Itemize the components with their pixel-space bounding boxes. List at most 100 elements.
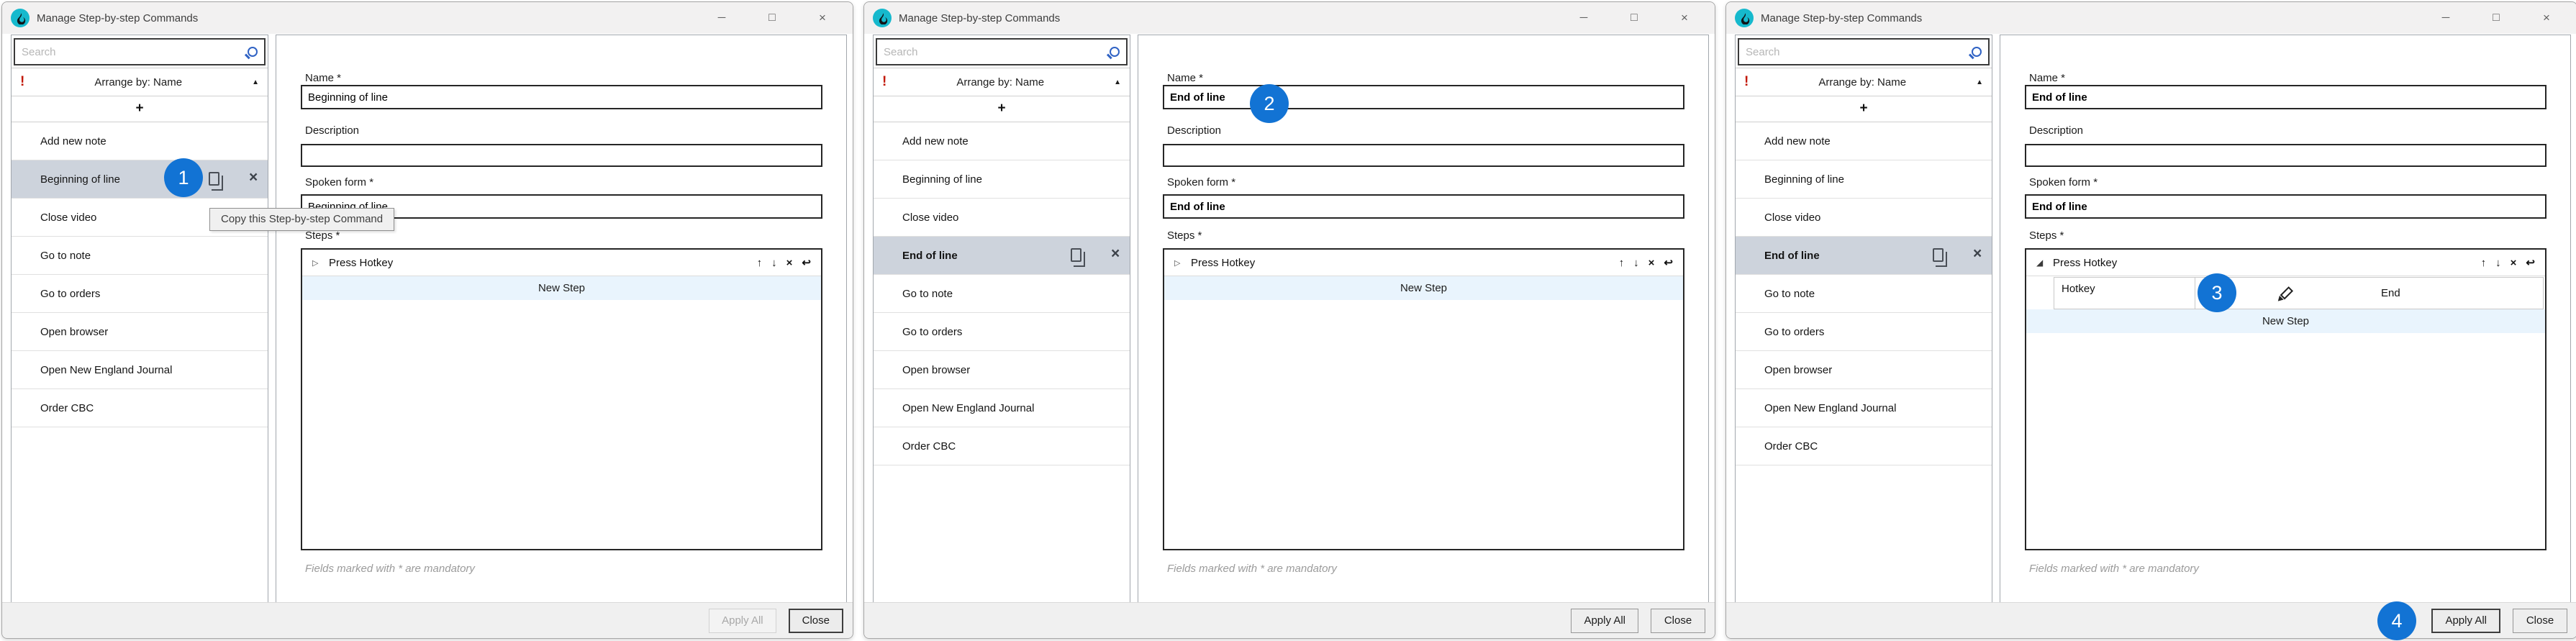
move-step-up-icon[interactable]: ↑ <box>757 257 763 269</box>
add-command-button[interactable]: + <box>12 96 268 122</box>
maximize-button[interactable]: □ <box>2480 2 2512 34</box>
arrange-by-header[interactable]: ! Arrange by: Name ▲ <box>12 68 268 96</box>
arrange-by-header[interactable]: ! Arrange by: Name ▲ <box>874 68 1130 96</box>
minimize-button[interactable]: ─ <box>706 2 738 34</box>
close-window-button[interactable]: × <box>1669 2 1700 34</box>
name-input[interactable] <box>1163 85 1684 109</box>
copy-command-icon[interactable] <box>1071 248 1081 262</box>
minimize-button[interactable]: ─ <box>2430 2 2462 34</box>
list-item[interactable]: Open New England Journal <box>12 351 268 389</box>
list-item[interactable]: Go to note <box>874 275 1130 313</box>
search-input[interactable] <box>884 46 1105 58</box>
list-item[interactable]: Open New England Journal <box>1736 389 1992 427</box>
list-item[interactable]: Go to note <box>1736 275 1992 313</box>
description-input[interactable] <box>1163 144 1684 167</box>
sort-ascending-icon: ▲ <box>1114 78 1121 86</box>
spoken-form-input[interactable] <box>1163 194 1684 219</box>
maximize-button[interactable]: □ <box>756 2 788 34</box>
delete-command-icon[interactable]: × <box>1973 245 1982 263</box>
move-step-down-icon[interactable]: ↓ <box>771 257 777 269</box>
titlebar[interactable]: Manage Step-by-step Commands ─ □ × <box>864 2 1715 34</box>
delete-step-icon[interactable]: × <box>1648 257 1655 269</box>
list-item[interactable]: Add new note <box>874 122 1130 160</box>
list-item[interactable]: Open New England Journal <box>874 389 1130 427</box>
search-input[interactable] <box>1746 46 1967 58</box>
delete-command-icon[interactable]: × <box>249 169 258 186</box>
list-item[interactable]: Close video <box>1736 199 1992 237</box>
command-list-panel: ! Arrange by: Name ▲ + Add new note Begi… <box>1735 35 1992 604</box>
window-title: Manage Step-by-step Commands <box>899 12 1060 24</box>
search-icon[interactable] <box>248 47 258 57</box>
edit-pencil-icon[interactable] <box>2277 285 2293 301</box>
list-item[interactable]: Close video <box>874 199 1130 237</box>
search-icon[interactable] <box>1972 47 1982 57</box>
move-step-down-icon[interactable]: ↓ <box>1633 257 1639 269</box>
copy-command-icon[interactable] <box>209 172 219 186</box>
undo-step-icon[interactable]: ↩ <box>802 256 811 269</box>
search-input[interactable] <box>22 46 243 58</box>
list-item[interactable]: Order CBC <box>874 427 1130 465</box>
copy-command-icon[interactable] <box>1933 248 1944 262</box>
maximize-button[interactable]: □ <box>1618 2 1650 34</box>
titlebar[interactable]: Manage Step-by-step Commands ─ □ × <box>2 2 853 34</box>
list-item[interactable]: Order CBC <box>1736 427 1992 465</box>
list-item[interactable]: Add new note <box>12 122 268 160</box>
steps-list: ▷ Press Hotkey ↑ ↓ × ↩ New Step <box>301 248 822 550</box>
move-step-up-icon[interactable]: ↑ <box>1619 257 1625 269</box>
annotation-circle-3: 3 <box>2198 273 2236 312</box>
list-item-selected[interactable]: End of line × <box>1736 237 1992 275</box>
name-input[interactable] <box>2025 85 2546 109</box>
list-item[interactable]: Go to orders <box>1736 313 1992 351</box>
list-item-selected[interactable]: End of line × <box>874 237 1130 275</box>
close-button[interactable]: Close <box>1651 609 1705 633</box>
steps-list: ▷ Press Hotkey ↑ ↓ × ↩ New Step <box>1163 248 1684 550</box>
step-press-hotkey[interactable]: ◢ Press Hotkey ↑ ↓ × ↩ <box>2026 250 2545 276</box>
apply-all-button[interactable]: Apply All <box>709 609 776 633</box>
name-input[interactable] <box>301 85 822 109</box>
arrange-by-header[interactable]: ! Arrange by: Name ▲ <box>1736 68 1992 96</box>
move-step-down-icon[interactable]: ↓ <box>2495 257 2501 269</box>
close-button[interactable]: Close <box>789 609 843 633</box>
apply-all-button[interactable]: Apply All <box>1571 609 1638 633</box>
list-item[interactable]: Open browser <box>1736 351 1992 389</box>
add-command-button[interactable]: + <box>874 96 1130 122</box>
spoken-form-input[interactable] <box>2025 194 2546 219</box>
add-command-button[interactable]: + <box>1736 96 1992 122</box>
list-item[interactable]: Add new note <box>1736 122 1992 160</box>
undo-step-icon[interactable]: ↩ <box>1664 256 1673 269</box>
list-item[interactable]: Open browser <box>874 351 1130 389</box>
new-step-button[interactable]: New Step <box>2026 309 2545 333</box>
search-icon[interactable] <box>1110 47 1120 57</box>
list-item-selected[interactable]: Beginning of line × <box>12 160 268 199</box>
expander-collapsed-icon[interactable]: ▷ <box>312 258 322 268</box>
list-item[interactable]: Order CBC <box>12 389 268 427</box>
list-item[interactable]: Beginning of line <box>1736 160 1992 199</box>
list-item[interactable]: Beginning of line <box>874 160 1130 199</box>
list-item[interactable]: Go to note <box>12 237 268 275</box>
undo-step-icon[interactable]: ↩ <box>2526 256 2535 269</box>
new-step-button[interactable]: New Step <box>1164 276 1683 300</box>
apply-all-button[interactable]: Apply All <box>2431 609 2500 633</box>
expander-expanded-icon[interactable]: ◢ <box>2036 258 2046 268</box>
close-button[interactable]: Close <box>2513 609 2567 633</box>
spoken-form-label: Spoken form * <box>305 176 373 188</box>
description-input[interactable] <box>2025 144 2546 167</box>
dragon-app-icon <box>11 9 30 27</box>
delete-command-icon[interactable]: × <box>1111 245 1120 263</box>
list-item[interactable]: Go to orders <box>12 275 268 313</box>
minimize-button[interactable]: ─ <box>1568 2 1600 34</box>
new-step-button[interactable]: New Step <box>302 276 821 300</box>
delete-step-icon[interactable]: × <box>2511 257 2517 269</box>
move-step-up-icon[interactable]: ↑ <box>2481 257 2487 269</box>
expander-collapsed-icon[interactable]: ▷ <box>1174 258 1184 268</box>
description-input[interactable] <box>301 144 822 167</box>
delete-step-icon[interactable]: × <box>786 257 793 269</box>
step-press-hotkey[interactable]: ▷ Press Hotkey ↑ ↓ × ↩ <box>302 250 821 276</box>
step-press-hotkey[interactable]: ▷ Press Hotkey ↑ ↓ × ↩ <box>1164 250 1683 276</box>
hotkey-value[interactable]: End <box>2381 287 2400 299</box>
list-item[interactable]: Open browser <box>12 313 268 351</box>
close-window-button[interactable]: × <box>807 2 838 34</box>
titlebar[interactable]: Manage Step-by-step Commands ─ □ × <box>1726 2 2576 34</box>
list-item[interactable]: Go to orders <box>874 313 1130 351</box>
close-window-button[interactable]: × <box>2531 2 2562 34</box>
